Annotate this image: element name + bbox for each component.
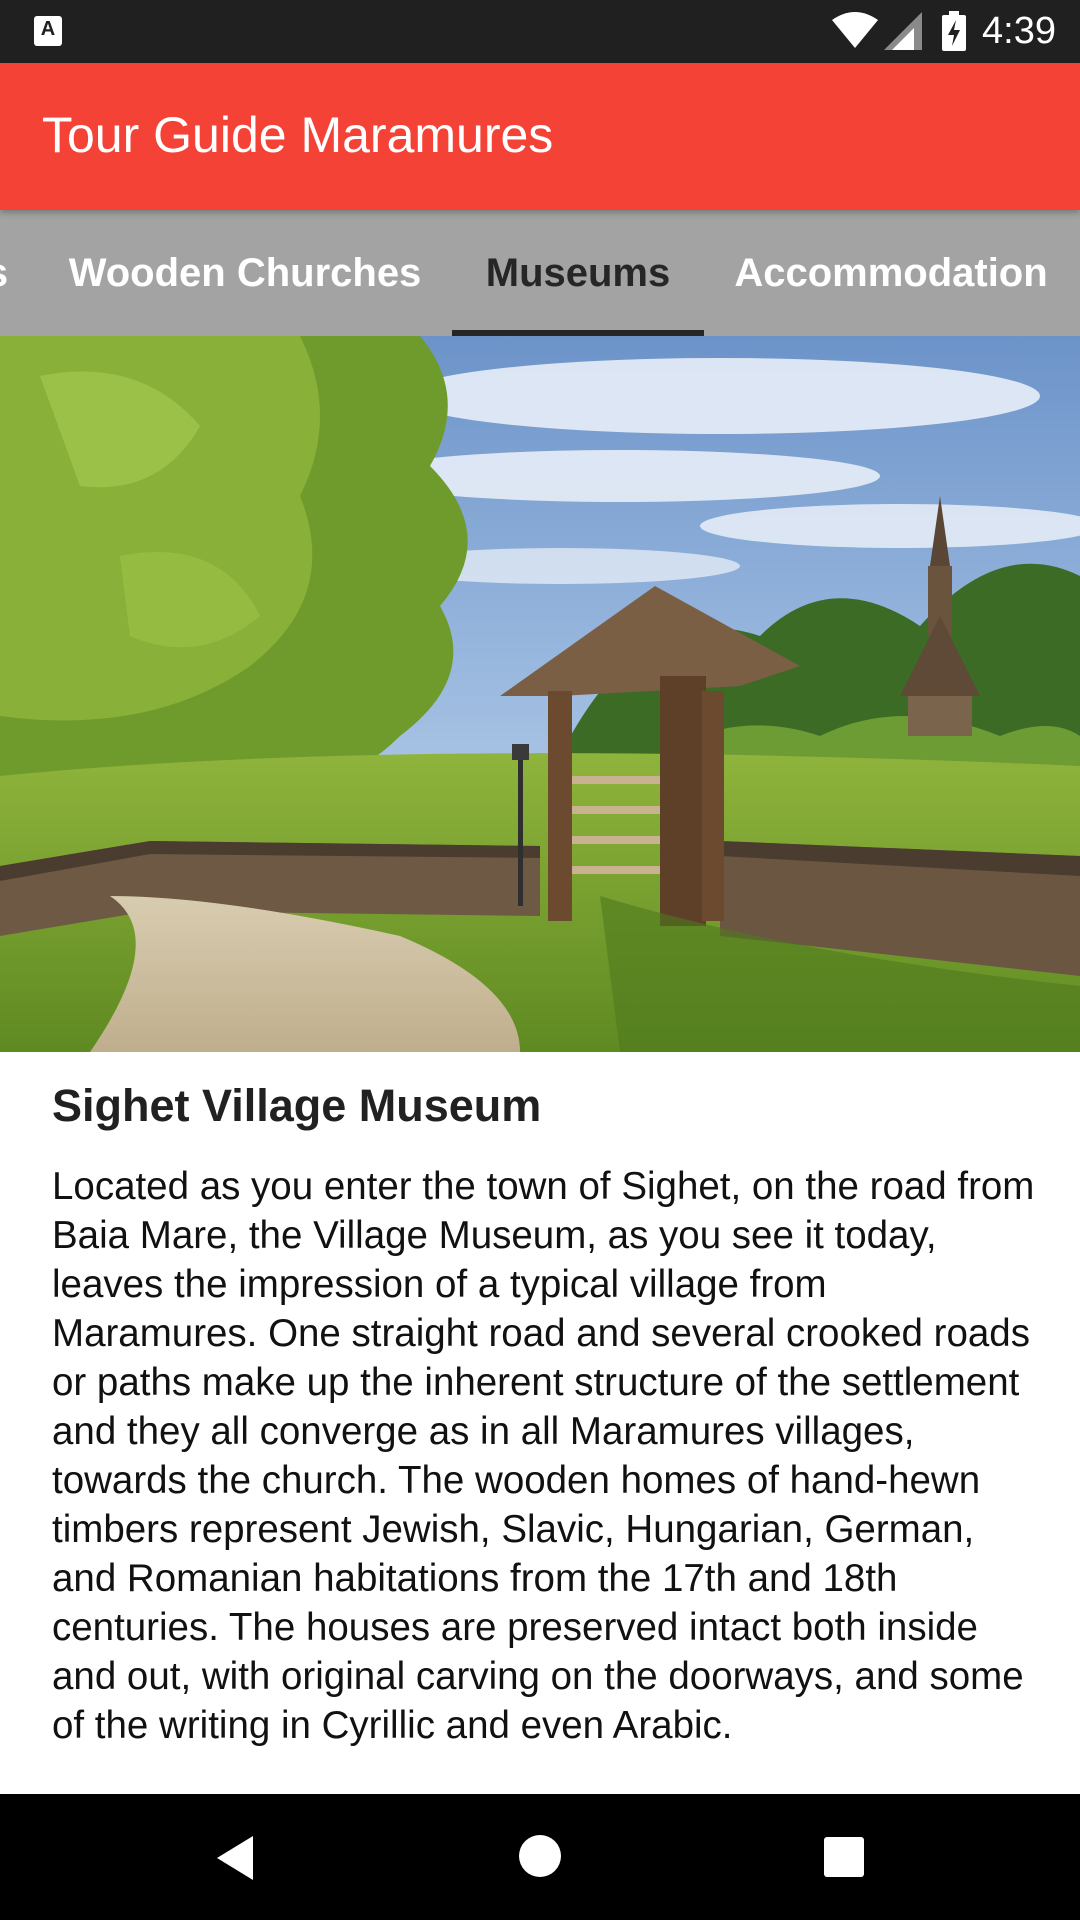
status-time: 4:39 <box>982 10 1056 52</box>
a-badge-icon: A <box>34 16 62 46</box>
tab-bar: s Wooden Churches Museums Accommodation <box>0 210 1080 336</box>
recents-icon[interactable] <box>823 1836 865 1878</box>
tab-wooden-churches[interactable]: Wooden Churches <box>40 210 450 336</box>
place-title: Sighet Village Museum <box>52 1080 542 1131</box>
app-title: Tour Guide Maramures <box>42 107 554 163</box>
battery-charging-icon <box>942 11 966 51</box>
signal-icon <box>884 12 922 50</box>
museum-photo <box>0 336 1080 1052</box>
notification-glyph: A <box>40 18 56 40</box>
home-icon[interactable] <box>518 1834 562 1878</box>
tab-previous[interactable]: s <box>0 210 12 336</box>
status-bar: A 4:39 <box>0 0 1080 63</box>
navigation-bar <box>0 1794 1080 1920</box>
app-bar: Tour Guide Maramures <box>0 63 1080 210</box>
tab-accommodation[interactable]: Accommodation <box>716 210 1066 336</box>
wifi-icon <box>832 12 878 48</box>
tab-museums[interactable]: Museums <box>452 210 704 336</box>
back-icon[interactable] <box>213 1834 257 1882</box>
place-description: Located as you enter the town of Sighet,… <box>52 1165 1035 1747</box>
